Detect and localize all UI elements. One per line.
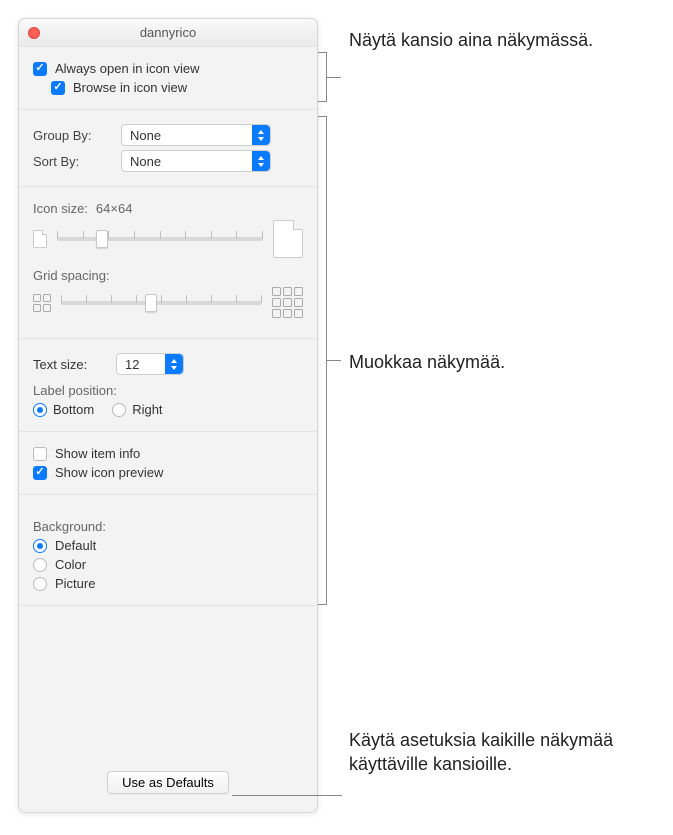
view-options-window: dannyrico Always open in icon view Brows… [18,18,318,813]
bg-default-label[interactable]: Default [55,538,96,553]
icon-size-slider[interactable] [57,237,263,241]
annotation-middle: Muokkaa näkymää. [349,350,629,374]
label-position-label: Label position: [33,383,117,398]
browse-label[interactable]: Browse in icon view [73,80,187,95]
always-open-label[interactable]: Always open in icon view [55,61,200,76]
stepper-icon [252,125,270,145]
annotation-top: Näytä kansio aina näkymässä. [349,28,629,52]
background-label: Background: [33,519,106,534]
show-icon-preview-checkbox[interactable] [33,466,47,480]
text-size-label: Text size: [33,357,108,372]
sort-by-select[interactable]: None [121,150,271,172]
view-mode-section: Always open in icon view Browse in icon … [19,47,317,110]
bg-default-radio[interactable] [33,539,47,553]
small-file-icon [33,230,47,248]
annotation-bottom: Käytä asetuksia kaikille näkymää käyttäv… [349,728,649,777]
bg-color-label[interactable]: Color [55,557,86,572]
group-by-select[interactable]: None [121,124,271,146]
grid-spacing-slider[interactable] [61,301,262,305]
label-bottom-radio[interactable] [33,403,47,417]
use-as-defaults-button[interactable]: Use as Defaults [107,771,229,794]
group-by-label: Group By: [33,128,113,143]
text-section: Text size: 12 Label position: Bottom Rig… [19,339,317,432]
show-item-info-checkbox[interactable] [33,447,47,461]
label-bottom-text[interactable]: Bottom [53,402,94,417]
titlebar: dannyrico [19,19,317,47]
sort-by-value: None [130,154,161,169]
bg-picture-radio[interactable] [33,577,47,591]
show-icon-preview-label[interactable]: Show icon preview [55,465,163,480]
grid-small-icon [33,294,51,312]
text-size-select[interactable]: 12 [116,353,184,375]
icon-size-label: Icon size: [33,201,88,216]
icon-size-value: 64×64 [96,201,133,216]
arrange-section: Group By: None Sort By: None [19,110,317,187]
callout-line-top [326,77,341,78]
icon-size-section: Icon size: 64×64 Grid spacing: [19,187,317,339]
group-by-value: None [130,128,161,143]
browse-checkbox[interactable] [51,81,65,95]
large-file-icon [273,220,303,258]
stepper-icon [165,354,183,374]
text-size-value: 12 [125,357,139,372]
callout-line-middle [326,360,341,361]
stepper-icon [252,151,270,171]
grid-large-icon [272,287,303,318]
always-open-checkbox[interactable] [33,62,47,76]
show-item-info-label[interactable]: Show item info [55,446,140,461]
callout-line-bottom [232,795,342,796]
bottom-area: Use as Defaults [19,606,317,812]
label-right-text[interactable]: Right [132,402,162,417]
bg-picture-label[interactable]: Picture [55,576,95,591]
window-title: dannyrico [19,25,317,40]
info-section: Show item info Show icon preview [19,432,317,495]
label-right-radio[interactable] [112,403,126,417]
sort-by-label: Sort By: [33,154,113,169]
background-section: Background: Default Color Picture [19,495,317,606]
bg-color-radio[interactable] [33,558,47,572]
grid-spacing-label: Grid spacing: [33,268,110,283]
